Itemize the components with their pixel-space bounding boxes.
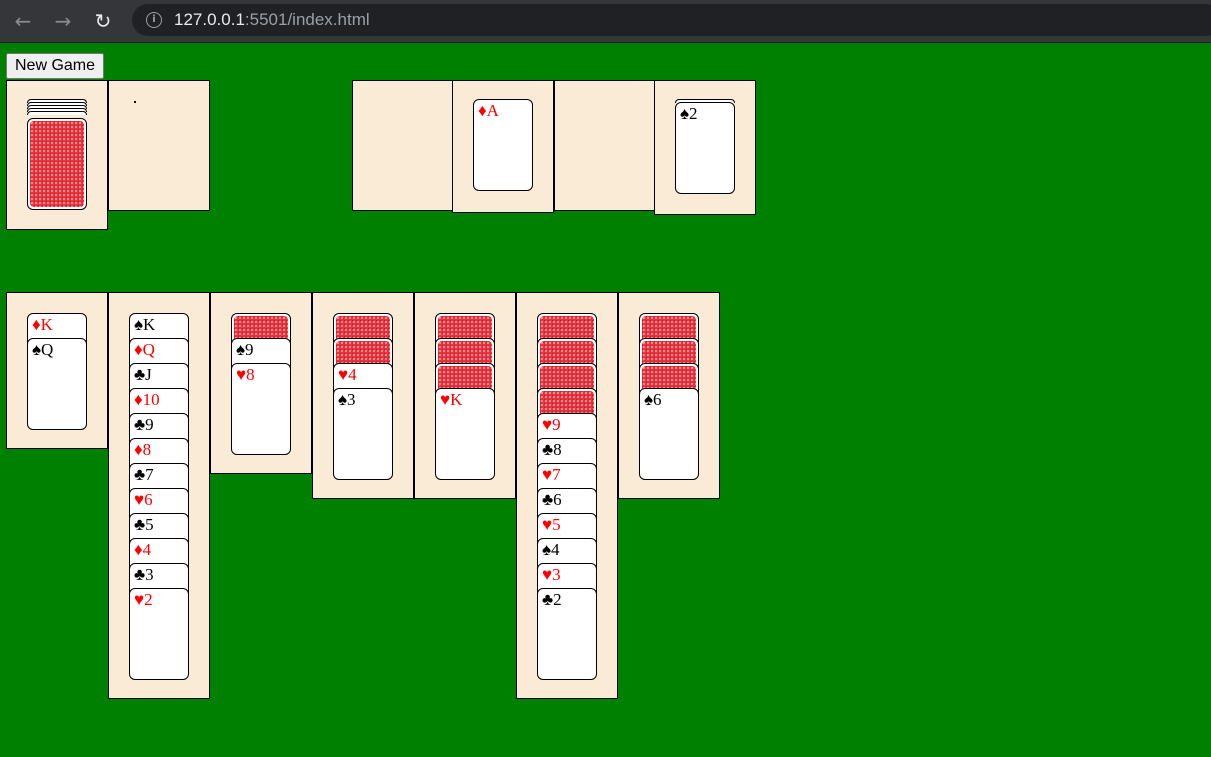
tableau-card[interactable]: ♥8 — [231, 363, 291, 455]
stock-card-back[interactable] — [27, 118, 87, 210]
foundation-card[interactable]: ♠2 — [675, 102, 735, 194]
browser-toolbar: ← → ↻ i 127.0.0.1:5501/index.html — [0, 0, 1211, 43]
waste-pile[interactable] — [108, 80, 210, 211]
tableau-card[interactable]: ♣2 — [537, 588, 597, 680]
tableau-card[interactable]: ♥2 — [129, 588, 189, 680]
foundation-pile-1[interactable] — [352, 80, 454, 211]
reload-icon[interactable]: ↻ — [88, 6, 118, 36]
tableau-pile-1[interactable]: ♦K ♠Q — [6, 292, 108, 449]
address-bar[interactable]: i 127.0.0.1:5501/index.html — [132, 4, 1211, 36]
tableau-pile-2[interactable]: ♠K ♦Q ♣J ♦10 ♣9 ♦8 ♣7 ♥6 ♣5 ♦4 ♣3 ♥2 — [108, 292, 210, 699]
foundation-card[interactable]: ♦A — [473, 99, 533, 191]
forward-arrow-icon[interactable]: → — [48, 6, 78, 36]
foundation-pile-3[interactable] — [554, 80, 656, 211]
url-host: 127.0.0.1 — [174, 10, 245, 29]
foundation-pile-4[interactable]: ♠2 — [654, 80, 756, 215]
url-text[interactable]: 127.0.0.1:5501/index.html — [174, 10, 370, 30]
tableau-card[interactable]: ♥K — [435, 388, 495, 480]
url-path: :5501/index.html — [244, 10, 370, 29]
stock-pile[interactable] — [6, 80, 108, 230]
tableau-card[interactable]: ♠3 — [333, 388, 393, 480]
site-info-icon[interactable]: i — [146, 12, 162, 28]
tableau-pile-7[interactable]: ♠6 — [618, 292, 720, 499]
new-game-button[interactable]: New Game — [6, 53, 105, 79]
tableau-pile-6[interactable]: ♥9 ♣8 ♥7 ♣6 ♥5 ♠4 ♥3 ♣2 — [516, 292, 618, 699]
waste-marker — [134, 101, 136, 103]
tableau-pile-4[interactable]: ♥4 ♠3 — [312, 292, 414, 499]
stock-card-edge — [27, 111, 87, 115]
tableau-pile-5[interactable]: ♥K — [414, 292, 516, 499]
tableau-card[interactable]: ♠Q — [27, 338, 87, 430]
tableau-card[interactable]: ♠6 — [639, 388, 699, 480]
foundation-pile-2[interactable]: ♦A — [452, 80, 554, 213]
tableau-pile-3[interactable]: ♠9 ♥8 — [210, 292, 312, 474]
back-arrow-icon[interactable]: ← — [8, 6, 38, 36]
